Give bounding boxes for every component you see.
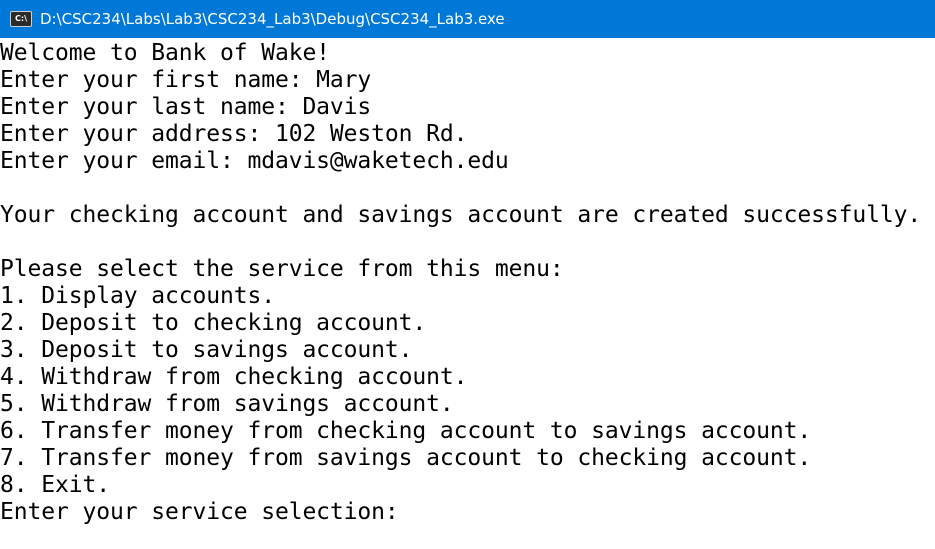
menu-option: 5. Withdraw from savings account. xyxy=(0,391,454,417)
console-line: Your checking account and savings accoun… xyxy=(0,202,922,228)
console-line: Welcome to Bank of Wake! xyxy=(0,40,330,66)
console-line: Enter your last name: Davis xyxy=(0,94,372,120)
menu-option: 3. Deposit to savings account. xyxy=(0,337,413,363)
menu-option: 2. Deposit to checking account. xyxy=(0,310,427,336)
console-window: C:\ D:\CSC234\Labs\Lab3\CSC234_Lab3\Debu… xyxy=(0,0,935,549)
window-title: D:\CSC234\Labs\Lab3\CSC234_Lab3\Debug\CS… xyxy=(40,10,505,28)
console-line: Enter your email: mdavis@waketech.edu xyxy=(0,148,509,174)
console-output[interactable]: Welcome to Bank of Wake! Enter your firs… xyxy=(0,40,935,549)
menu-option: 6. Transfer money from checking account … xyxy=(0,418,812,444)
console-app-icon-glyph: C:\ xyxy=(15,14,27,23)
console-line: Enter your address: 102 Weston Rd. xyxy=(0,121,468,147)
menu-option: 8. Exit. xyxy=(0,472,110,498)
menu-heading: Please select the service from this menu… xyxy=(0,256,564,282)
menu-option: 7. Transfer money from savings account t… xyxy=(0,445,812,471)
menu-option: 1. Display accounts. xyxy=(0,283,275,309)
console-app-icon[interactable]: C:\ xyxy=(10,11,32,27)
console-line: Enter your first name: Mary xyxy=(0,67,372,93)
title-bar[interactable]: C:\ D:\CSC234\Labs\Lab3\CSC234_Lab3\Debu… xyxy=(0,0,935,38)
menu-option: 4. Withdraw from checking account. xyxy=(0,364,468,390)
service-selection-prompt[interactable]: Enter your service selection: xyxy=(0,499,935,526)
